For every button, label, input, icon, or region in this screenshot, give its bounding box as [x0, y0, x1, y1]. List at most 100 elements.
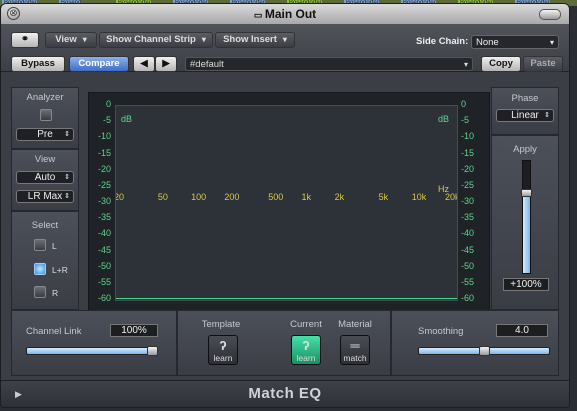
plugin-footer: ▶ Match EQ: [1, 380, 569, 407]
view-channel-value: LR Max: [27, 191, 63, 202]
channel-link-panel: Channel Link 100%: [11, 310, 177, 376]
bypass-button[interactable]: Bypass: [11, 56, 65, 72]
y-tick-left: 0: [105, 99, 111, 109]
chevron-down-icon: ▾: [463, 60, 468, 69]
analyzer-mode-value: Pre: [37, 129, 53, 140]
equals-icon: ═: [350, 338, 360, 353]
current-learn-button[interactable]: ʔ learn: [291, 335, 321, 365]
y-tick-right: -15: [461, 147, 475, 158]
y-tick-left: -5: [102, 115, 111, 126]
next-preset-button[interactable]: ▶: [155, 56, 177, 72]
analyzer-toggle-checkbox[interactable]: [40, 109, 52, 121]
select-title: Select: [31, 220, 59, 231]
ear-icon: ʔ: [302, 338, 310, 353]
current-learn-label: learn: [296, 353, 316, 363]
arrow-left-icon: ◀: [140, 58, 148, 69]
select-lr-label: L+R: [52, 265, 68, 275]
plugin-name: Match EQ: [248, 385, 322, 402]
current-title: Current: [290, 319, 322, 330]
smoothing-panel: Smoothing 4.0: [391, 310, 559, 376]
show-channel-strip-label: Show Channel Strip: [106, 34, 196, 45]
link-button[interactable]: ⚭: [11, 32, 39, 48]
apply-panel: Apply +100%: [491, 135, 559, 310]
analyzer-mode-dropdown[interactable]: Pre ⇕: [16, 128, 74, 141]
analyzer-panel: Analyzer Pre ⇕: [11, 87, 79, 149]
apply-slider-track[interactable]: [521, 160, 532, 274]
phase-value: Linear: [511, 110, 539, 121]
plugin-window: ⊗ ▭ Main Out ⚭ View ▾ Show Channel Strip ▾…: [0, 3, 570, 408]
y-tick-right: -35: [461, 212, 475, 223]
view-title: View: [34, 154, 56, 165]
apply-slider-knob[interactable]: [521, 189, 532, 197]
eq-curve-area[interactable]: dB dB Hz 20501002005001k2k5k10k20k: [115, 105, 458, 301]
view-scale-dropdown[interactable]: Auto ⇕: [16, 171, 74, 184]
channel-link-value[interactable]: 100%: [110, 324, 158, 337]
select-lr-checkbox[interactable]: [34, 263, 46, 275]
analyzer-title: Analyzer: [26, 92, 64, 103]
select-l-label: L: [52, 241, 57, 251]
material-match-button[interactable]: ═ match: [340, 335, 370, 365]
paste-button[interactable]: Paste: [523, 56, 563, 72]
x-tick-label: 100: [191, 192, 207, 202]
learn-match-panel: Template ʔ learn Current ʔ learn Materia…: [177, 310, 391, 376]
y-tick-left: -50: [97, 260, 111, 271]
template-learn-button[interactable]: ʔ learn: [208, 335, 238, 365]
view-menu[interactable]: View ▾: [45, 32, 97, 48]
y-tick-left: -55: [97, 276, 111, 287]
select-r-checkbox[interactable]: [34, 286, 46, 298]
channel-link-label: Channel Link: [26, 326, 82, 337]
previous-preset-button[interactable]: ◀: [133, 56, 155, 72]
copy-button[interactable]: Copy: [481, 56, 521, 72]
side-chain-label: Side Chain:: [416, 36, 469, 47]
x-tick-label: 10k: [411, 192, 427, 202]
y-tick-left: -15: [97, 147, 111, 158]
toolbar-toggle-button[interactable]: [539, 9, 561, 20]
template-learn-label: learn: [213, 353, 233, 363]
channel-link-slider[interactable]: [26, 347, 158, 355]
plugin-header-toolbar: ⚭ View ▾ Show Channel Strip ▾ Show Insert ▾…: [1, 25, 569, 72]
show-insert-menu[interactable]: Show Insert ▾: [215, 32, 295, 48]
smoothing-value[interactable]: 4.0: [496, 324, 548, 337]
x-tick-label: 500: [268, 192, 284, 202]
y-tick-left: -30: [97, 196, 111, 206]
y-tick-right: -45: [461, 244, 475, 255]
view-channel-dropdown[interactable]: LR Max ⇕: [16, 190, 74, 203]
y-tick-left: -35: [97, 212, 111, 223]
window-icon: ▭: [253, 10, 265, 20]
y-tick-right: -10: [461, 131, 475, 142]
view-scale-value: Auto: [34, 172, 56, 183]
x-tick-label: 2k: [334, 192, 345, 202]
smoothing-slider-knob[interactable]: [478, 346, 490, 356]
phase-title: Phase: [511, 93, 539, 104]
window-title: ▭ Main Out: [1, 7, 569, 21]
y-tick-right: -50: [461, 260, 475, 271]
apply-value[interactable]: +100%: [503, 278, 549, 291]
window-title-text: Main Out: [264, 7, 317, 21]
x-tick-label: 200: [224, 192, 240, 202]
chevron-down-icon: ▾: [82, 35, 87, 44]
show-channel-strip-menu[interactable]: Show Channel Strip ▾: [99, 32, 213, 48]
chevron-down-icon: ▾: [282, 35, 287, 44]
ear-icon: ʔ: [219, 338, 227, 353]
x-tick-label: 1k: [301, 192, 311, 202]
x-tick-label: 5k: [378, 192, 389, 202]
select-panel: Select L L+R R: [11, 211, 79, 310]
eq-curve-line: [116, 298, 457, 299]
select-l-checkbox[interactable]: [34, 239, 46, 251]
chevron-updown-icon: ⇕: [64, 174, 70, 181]
y-tick-right: -20: [461, 163, 475, 174]
apply-title: Apply: [513, 144, 537, 155]
db-label-right: dB: [437, 114, 449, 124]
side-chain-dropdown[interactable]: None ▾: [471, 35, 559, 49]
db-label-left: dB: [121, 114, 133, 124]
preset-dropdown[interactable]: #default ▾: [185, 57, 473, 71]
y-tick-left: -45: [97, 244, 111, 255]
y-tick-right: 0: [461, 99, 467, 109]
phase-panel: Phase Linear ⇕: [491, 87, 559, 135]
phase-dropdown[interactable]: Linear ⇕: [496, 109, 554, 122]
side-chain-value: None: [476, 37, 499, 48]
y-tick-left: -20: [97, 163, 111, 174]
title-bar[interactable]: ⊗ ▭ Main Out: [1, 4, 569, 25]
channel-link-slider-knob[interactable]: [147, 346, 158, 356]
compare-button[interactable]: Compare: [69, 56, 129, 72]
